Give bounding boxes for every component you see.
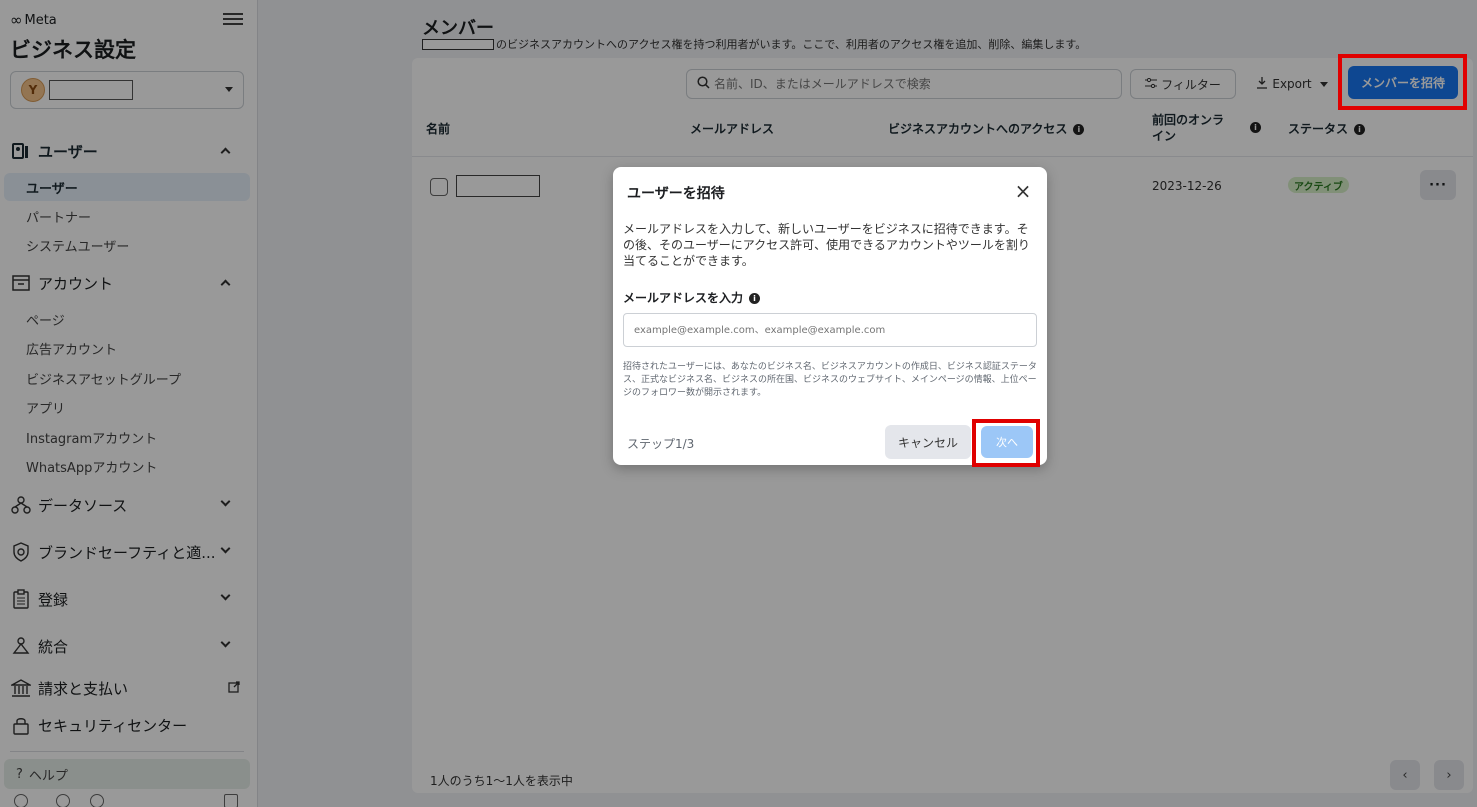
info-icon[interactable]: i (749, 293, 761, 304)
invite-user-dialog: ユーザーを招待 × メールアドレスを入力して、新しいユーザーをビジネスに招待でき… (613, 167, 1047, 465)
email-label: メールアドレスを入力 i (623, 289, 761, 306)
dialog-title: ユーザーを招待 (627, 186, 725, 202)
email-label-text: メールアドレスを入力 (623, 291, 744, 305)
close-icon[interactable]: × (1011, 179, 1035, 203)
dialog-description: メールアドレスを入力して、新しいユーザーをビジネスに招待できます。その後、そのユ… (623, 222, 1030, 268)
email-field[interactable] (623, 313, 1037, 347)
step-indicator: ステップ1/3 (627, 437, 695, 451)
next-button[interactable]: 次へ (981, 426, 1033, 458)
disclosure-note: 招待されたユーザーには、あなたのビジネス名、ビジネスアカウントの作成日、ビジネス… (623, 362, 1037, 398)
cancel-button[interactable]: キャンセル (885, 425, 971, 459)
